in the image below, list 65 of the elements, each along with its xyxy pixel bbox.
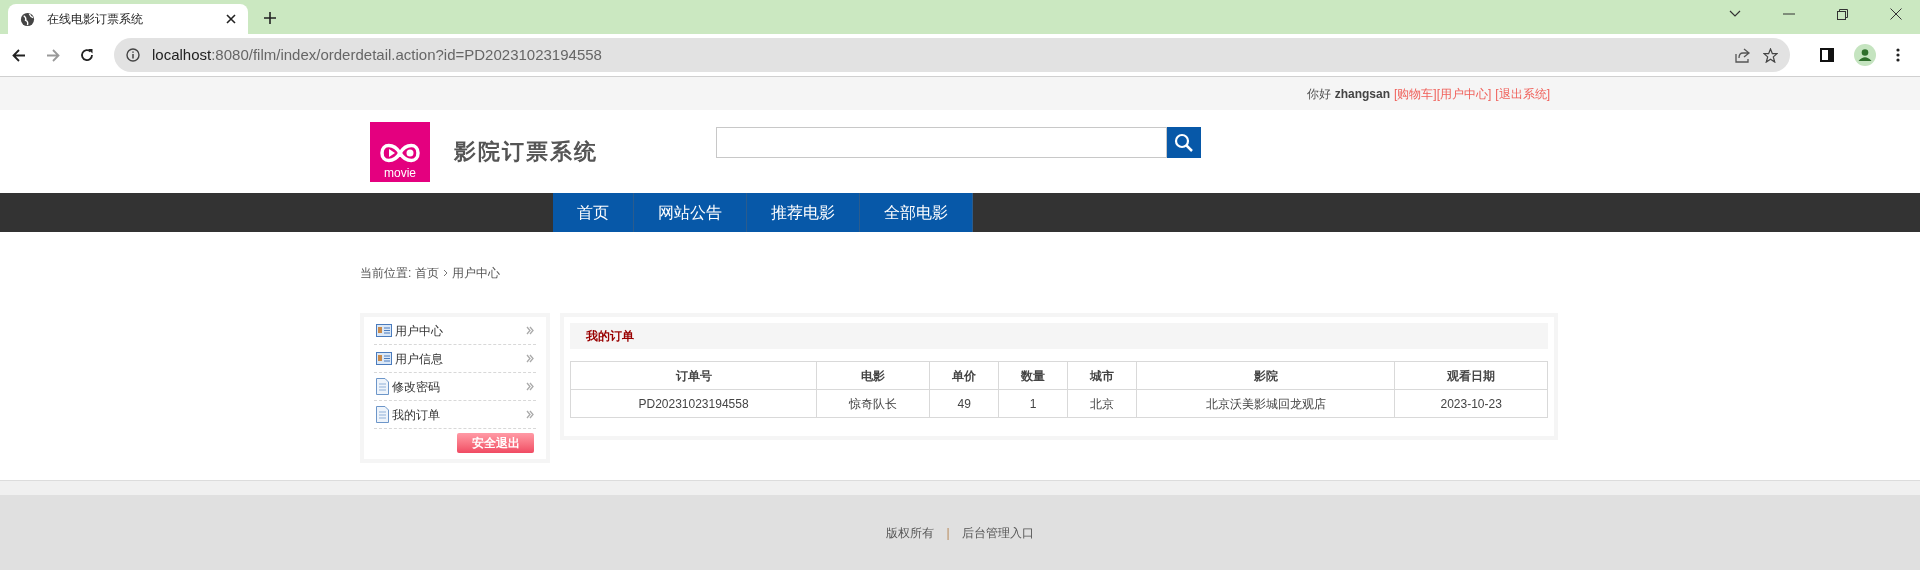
- new-tab-icon[interactable]: [264, 12, 276, 24]
- double-chevron-icon: [526, 410, 534, 419]
- search-icon: [1174, 132, 1194, 153]
- double-chevron-icon: [526, 354, 534, 363]
- url-text: localhost:8080/film/index/orderdetail.action?id=PD20231023194558: [152, 44, 603, 65]
- table-cell: 49: [929, 389, 999, 418]
- back-icon[interactable]: [12, 48, 26, 62]
- table-cell: 1: [998, 389, 1068, 418]
- star-icon[interactable]: [1763, 47, 1778, 63]
- address-bar[interactable]: localhost:8080/film/index/orderdetail.action?id=PD20231023194558: [114, 38, 1790, 72]
- table-cell: 惊奇队长: [816, 389, 930, 418]
- forward-icon[interactable]: [46, 48, 60, 62]
- chevron-right-icon: [443, 269, 449, 277]
- column-header: 电影: [816, 361, 930, 390]
- info-icon[interactable]: [126, 48, 140, 62]
- footer-link[interactable]: 后台管理入口: [961, 523, 1034, 542]
- profile-icon[interactable]: [1854, 44, 1876, 66]
- nav-item[interactable]: 推荐电影: [747, 193, 860, 232]
- column-header: 观看日期: [1394, 361, 1548, 390]
- nav-item[interactable]: 网站公告: [634, 193, 747, 232]
- table-cell: 北京: [1067, 389, 1137, 418]
- orders-title: 我的订单: [586, 328, 634, 345]
- document-icon: [376, 406, 389, 423]
- logo-text: movie: [384, 165, 416, 180]
- sidebar-item[interactable]: 用户中心: [374, 317, 536, 345]
- double-chevron-icon: [526, 382, 534, 391]
- nav-item[interactable]: 全部电影: [860, 193, 973, 232]
- id-card-icon: [376, 324, 392, 337]
- restore-icon[interactable]: [1837, 8, 1848, 20]
- table-cell: PD20231023194558: [570, 389, 817, 418]
- id-card-icon: [376, 352, 392, 365]
- sidebar-item[interactable]: 修改密码: [374, 373, 536, 401]
- share-icon[interactable]: [1735, 47, 1751, 63]
- sidebar-item[interactable]: 用户信息: [374, 345, 536, 373]
- document-icon: [376, 378, 389, 395]
- chevron-down-icon[interactable]: [1729, 10, 1741, 18]
- breadcrumb-link[interactable]: 用户中心: [452, 264, 501, 282]
- search-field[interactable]: [716, 127, 1167, 158]
- table-cell: 2023-10-23: [1394, 389, 1548, 418]
- column-header: 订单号: [570, 361, 817, 390]
- username-text: zhangsan: [1334, 85, 1390, 103]
- column-header: 单价: [929, 361, 999, 390]
- search-button[interactable]: [1167, 127, 1201, 158]
- nav-item[interactable]: 首页: [553, 193, 634, 232]
- browser-tab[interactable]: 在线电影订票系统: [8, 4, 248, 34]
- breadcrumb-link[interactable]: 首页: [415, 264, 440, 282]
- side-panel-icon[interactable]: [1820, 48, 1834, 62]
- double-chevron-icon: [526, 326, 534, 335]
- column-header: 影院: [1136, 361, 1395, 390]
- close-icon[interactable]: [226, 14, 236, 24]
- column-header: 城市: [1067, 361, 1137, 390]
- breadcrumb-label: 当前位置:: [360, 265, 412, 282]
- menu-icon[interactable]: [1896, 48, 1900, 62]
- site-title: 影院订票系统: [454, 138, 598, 166]
- reload-icon[interactable]: [80, 48, 94, 62]
- sidebar-item[interactable]: 我的订单: [374, 401, 536, 429]
- column-header: 数量: [998, 361, 1068, 390]
- globe-icon: [20, 11, 35, 27]
- close-icon[interactable]: [1890, 8, 1902, 20]
- table-cell: 北京沃美影城回龙观店: [1136, 389, 1395, 418]
- greeting-text: 你好: [1306, 85, 1331, 103]
- footer-link[interactable]: 版权所有: [886, 523, 935, 542]
- separator: |: [946, 524, 950, 542]
- tab-title: 在线电影订票系统: [47, 11, 144, 28]
- logo[interactable]: movie: [370, 121, 430, 182]
